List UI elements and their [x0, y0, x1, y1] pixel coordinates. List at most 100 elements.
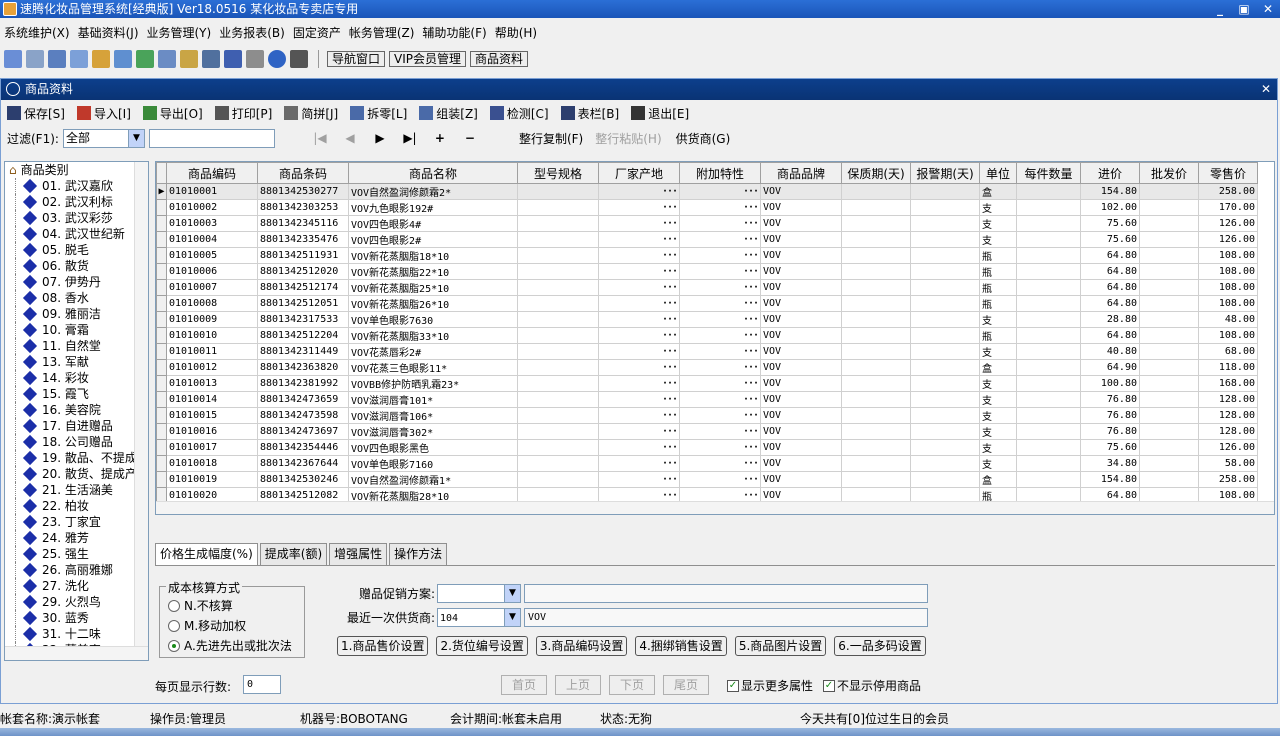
- table-cell[interactable]: [1016, 295, 1081, 312]
- column-header[interactable]: 保质期(天): [841, 162, 911, 184]
- column-header[interactable]: 附加特性: [679, 162, 761, 184]
- tree-category-item[interactable]: 16. 美容院: [5, 402, 148, 418]
- table-cell[interactable]: ···: [679, 183, 761, 200]
- table-row[interactable]: 01010010 8801342512204 VOV新花蒸胭脂33*10 ··· ···…: [156, 327, 1258, 344]
- table-cell[interactable]: VOV: [760, 215, 842, 232]
- tab-enhanced[interactable]: 增强属性: [329, 543, 388, 565]
- table-cell[interactable]: [910, 391, 980, 408]
- tree-category-item[interactable]: 04. 武汉世纪新: [5, 226, 148, 242]
- table-cell[interactable]: [1139, 327, 1199, 344]
- table-cell[interactable]: [1139, 183, 1199, 200]
- table-cell[interactable]: [1016, 455, 1081, 472]
- table-cell[interactable]: [910, 455, 980, 472]
- table-cell[interactable]: ···: [679, 199, 761, 216]
- table-cell[interactable]: [517, 359, 599, 376]
- table-row[interactable]: 01010015 8801342473598 VOV滋润唇膏106* ··· ··· VO…: [156, 407, 1258, 424]
- table-cell[interactable]: [517, 407, 599, 424]
- table-cell[interactable]: [841, 279, 911, 296]
- tree-category-item[interactable]: 08. 香水: [5, 290, 148, 306]
- table-cell[interactable]: VOV新花蒸胭脂18*10: [348, 247, 518, 264]
- table-cell[interactable]: 01010003: [166, 215, 258, 232]
- radio-moving-average[interactable]: M.移动加权: [168, 617, 246, 634]
- table-cell[interactable]: 8801342303253: [257, 199, 349, 216]
- table-cell[interactable]: ···: [598, 359, 680, 376]
- table-cell[interactable]: [517, 439, 599, 456]
- table-cell[interactable]: [1139, 311, 1199, 328]
- table-cell[interactable]: 75.60: [1080, 215, 1140, 232]
- tree-category-item[interactable]: 29. 火烈鸟: [5, 594, 148, 610]
- column-header[interactable]: 商品名称: [348, 162, 518, 184]
- table-cell[interactable]: ···: [598, 423, 680, 440]
- table-cell[interactable]: 64.80: [1080, 247, 1140, 264]
- table-cell[interactable]: VOV: [760, 199, 842, 216]
- tree-category-item[interactable]: 07. 伊势丹: [5, 274, 148, 290]
- row-indicator[interactable]: [156, 263, 167, 280]
- row-indicator[interactable]: [156, 247, 167, 264]
- columns-button[interactable]: 表栏[B]: [560, 105, 619, 122]
- table-cell[interactable]: [517, 471, 599, 488]
- table-cell[interactable]: 58.00: [1198, 455, 1258, 472]
- table-cell[interactable]: ···: [679, 263, 761, 280]
- table-cell[interactable]: [1016, 423, 1081, 440]
- tree-category-item[interactable]: 26. 高丽雅娜: [5, 562, 148, 578]
- table-cell[interactable]: [1139, 391, 1199, 408]
- table-cell[interactable]: 8801342512174: [257, 279, 349, 296]
- table-cell[interactable]: 8801342311449: [257, 343, 349, 360]
- table-cell[interactable]: ···: [598, 311, 680, 328]
- table-cell[interactable]: [1016, 279, 1081, 296]
- table-cell[interactable]: 64.80: [1080, 263, 1140, 280]
- table-cell[interactable]: 76.80: [1080, 391, 1140, 408]
- table-cell[interactable]: 01010009: [166, 311, 258, 328]
- menu-accounts[interactable]: 帐务管理(Z): [345, 23, 419, 43]
- table-cell[interactable]: [841, 455, 911, 472]
- table-cell[interactable]: 8801342363820: [257, 359, 349, 376]
- table-cell[interactable]: VOV单色眼影7160: [348, 455, 518, 472]
- table-cell[interactable]: [517, 391, 599, 408]
- table-cell[interactable]: [1139, 375, 1199, 392]
- table-cell[interactable]: [841, 439, 911, 456]
- table-cell[interactable]: ···: [598, 247, 680, 264]
- table-cell[interactable]: [1139, 215, 1199, 232]
- table-cell[interactable]: 126.00: [1198, 439, 1258, 456]
- table-cell[interactable]: ···: [679, 471, 761, 488]
- supplier-button[interactable]: 供货商(G): [676, 130, 731, 147]
- table-cell[interactable]: 154.80: [1080, 471, 1140, 488]
- table-cell[interactable]: [841, 311, 911, 328]
- tree-category-item[interactable]: 14. 彩妆: [5, 370, 148, 386]
- table-cell[interactable]: 01010002: [166, 199, 258, 216]
- table-cell[interactable]: 8801342512051: [257, 295, 349, 312]
- row-indicator[interactable]: ▶: [156, 183, 167, 200]
- table-cell[interactable]: ···: [598, 263, 680, 280]
- radio-no-cost[interactable]: N.不核算: [168, 597, 233, 614]
- table-cell[interactable]: 8801342473697: [257, 423, 349, 440]
- table-cell[interactable]: [841, 263, 911, 280]
- table-cell[interactable]: [1139, 279, 1199, 296]
- table-cell[interactable]: 8801342530277: [257, 183, 349, 200]
- table-cell[interactable]: [1016, 327, 1081, 344]
- row-indicator[interactable]: [156, 471, 167, 488]
- table-cell[interactable]: [910, 183, 980, 200]
- unit-cell[interactable]: 支: [979, 231, 1017, 248]
- table-cell[interactable]: 8801342473598: [257, 407, 349, 424]
- table-row[interactable]: 01010004 8801342335476 VOV四色眼影2# ··· ··· VOV 支…: [156, 231, 1258, 248]
- table-cell[interactable]: 170.00: [1198, 199, 1258, 216]
- table-cell[interactable]: 8801342530246: [257, 471, 349, 488]
- table-row[interactable]: 01010018 8801342367644 VOV单色眼影7160 ··· ··· VO…: [156, 455, 1258, 472]
- table-cell[interactable]: [1139, 407, 1199, 424]
- row-indicator[interactable]: [156, 279, 167, 296]
- table-cell[interactable]: 28.80: [1080, 311, 1140, 328]
- table-cell[interactable]: VOVBB修护防晒乳霜23*: [348, 375, 518, 392]
- next-page-button[interactable]: 下页: [609, 675, 655, 695]
- table-cell[interactable]: [1139, 343, 1199, 360]
- table-cell[interactable]: ···: [598, 455, 680, 472]
- table-cell[interactable]: VOV花蒸三色眼影11*: [348, 359, 518, 376]
- table-cell[interactable]: 76.80: [1080, 407, 1140, 424]
- unit-cell[interactable]: 支: [979, 199, 1017, 216]
- table-cell[interactable]: [910, 215, 980, 232]
- table-cell[interactable]: 126.00: [1198, 215, 1258, 232]
- table-cell[interactable]: 8801342317533: [257, 311, 349, 328]
- multicode-settings-button[interactable]: 6.一品多码设置: [834, 636, 926, 656]
- table-cell[interactable]: 8801342345116: [257, 215, 349, 232]
- table-cell[interactable]: ···: [679, 311, 761, 328]
- table-cell[interactable]: ···: [598, 327, 680, 344]
